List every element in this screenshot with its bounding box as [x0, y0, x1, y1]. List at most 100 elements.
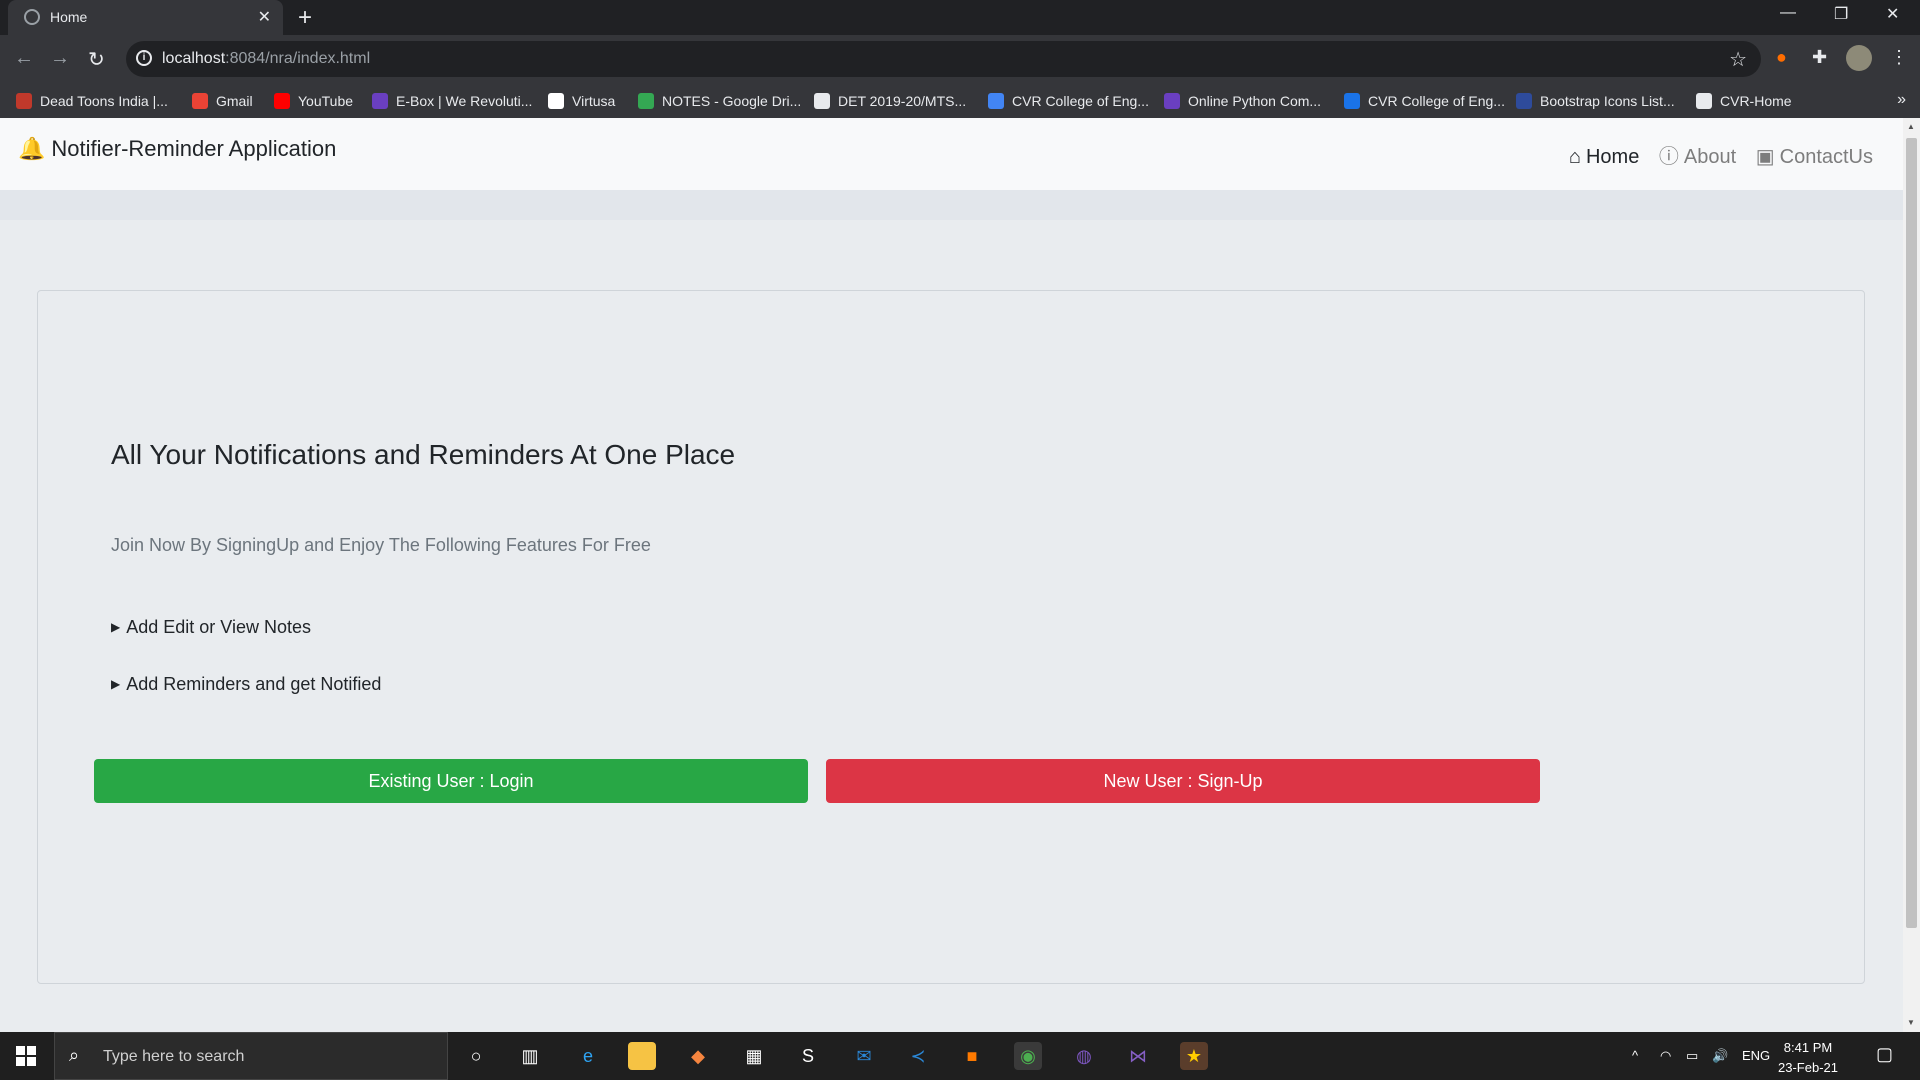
nav-contact[interactable]: ▣ ContactUs [1756, 144, 1873, 169]
nav-home[interactable]: ⌂ Home [1569, 146, 1639, 169]
minimize-icon[interactable]: — [1780, 4, 1796, 22]
bookmark-item[interactable]: YouTube [274, 93, 353, 109]
feature-item: ▶ Add Reminders and get Notified [111, 674, 382, 694]
bookmark-item[interactable]: DET 2019-20/MTS... [814, 93, 966, 109]
network-icon[interactable]: ◠ [1660, 1048, 1671, 1064]
bookmark-item[interactable]: CVR College of Eng... [1344, 93, 1505, 109]
bookmark-label: Bootstrap Icons List... [1540, 93, 1675, 109]
store-icon[interactable]: ▦ [740, 1042, 768, 1070]
sticky-notes-icon[interactable]: ■ [958, 1042, 986, 1070]
bookmark-item[interactable]: CVR-Home [1696, 93, 1792, 109]
browser-toolbar: ← → ↻ i localhost:8084/nra/index.html ☆ … [0, 35, 1920, 85]
eclipse-icon[interactable]: ◍ [1070, 1042, 1098, 1070]
ebox-icon [372, 93, 388, 109]
bookmark-item[interactable]: E-Box | We Revoluti... [372, 93, 532, 109]
mail-icon[interactable]: ✉ [850, 1042, 878, 1070]
bookmark-item[interactable]: Gmail [192, 93, 253, 109]
app-brand[interactable]: 🔔 Notifier-Reminder Application [18, 136, 336, 162]
windows-taskbar: ⌕ Type here to search ○ ▥ e ◆ ▦ S ✉ ≺ ■ … [0, 1032, 1920, 1080]
page-viewport: 🔔 Notifier-Reminder Application ⌂ Home ⓘ Ab… [0, 118, 1903, 1032]
globe-icon [1696, 93, 1712, 109]
bookmark-item[interactable]: Bootstrap Icons List... [1516, 93, 1675, 109]
infinity-icon [988, 93, 1004, 109]
signup-button[interactable]: New User : Sign-Up [826, 759, 1540, 803]
bookmark-label: CVR-Home [1720, 93, 1792, 109]
home-icon: ⌂ [1568, 146, 1581, 168]
nav-links: ⌂ Home ⓘ About ▣ ContactUs [1555, 140, 1873, 169]
chrome-icon[interactable]: ◉ [1014, 1042, 1042, 1070]
page-heading: All Your Notifications and Reminders At … [111, 439, 736, 470]
tray-expand-icon[interactable]: ^ [1632, 1048, 1638, 1063]
jumbotron-card: All Your Notifications and Reminders At … [37, 290, 1865, 984]
profile-avatar[interactable] [1846, 45, 1872, 71]
bookmarks-bar: Dead Toons India |... Gmail YouTube E-Box |… [0, 85, 1920, 118]
menu-icon[interactable]: ⋮ [1890, 47, 1908, 68]
scroll-thumb[interactable] [1906, 138, 1917, 928]
clock-time: 8:41 PM [1783, 1040, 1833, 1055]
extension-icon[interactable]: ● [1776, 47, 1787, 68]
close-window-icon[interactable]: ✕ [1886, 4, 1899, 24]
bookmark-item[interactable]: Virtusa [548, 93, 615, 109]
more-bookmarks-icon[interactable]: » [1897, 91, 1906, 109]
bell-icon: 🔔 [18, 136, 46, 161]
windows-start-icon[interactable] [16, 1046, 36, 1066]
back-icon[interactable]: ← [14, 47, 34, 70]
browser-tab-strip: Home ✕ + — ❐ ✕ [0, 0, 1920, 35]
navbar-shadow-band [0, 190, 1903, 220]
file-explorer-icon[interactable] [628, 1042, 656, 1070]
page-subheading: Join Now By SigningUp and Enjoy The Foll… [111, 535, 651, 555]
address-bar[interactable]: i localhost:8084/nra/index.html ☆ [126, 41, 1761, 77]
grid-icon [16, 93, 32, 109]
new-tab-icon[interactable]: + [298, 4, 312, 32]
reload-icon[interactable]: ↻ [88, 47, 105, 72]
scroll-up-icon[interactable]: ▲ [1907, 122, 1915, 131]
forward-icon[interactable]: → [50, 47, 70, 70]
bookmark-label: E-Box | We Revoluti... [396, 93, 533, 109]
login-button[interactable]: Existing User : Login [94, 759, 808, 803]
page-scrollbar[interactable]: ▲ ▼ [1903, 118, 1920, 1032]
bookmark-label: YouTube [298, 93, 354, 109]
cortana-icon[interactable]: ○ [462, 1042, 490, 1070]
virtusa-icon [548, 93, 564, 109]
bookmark-item[interactable]: NOTES - Google Dri... [638, 93, 801, 109]
bookmark-label: CVR College of Eng... [1368, 93, 1505, 109]
restore-icon[interactable]: ❐ [1834, 4, 1848, 24]
nav-about[interactable]: ⓘ About [1659, 140, 1736, 169]
page-favicon-icon [24, 9, 40, 25]
git-icon[interactable]: ◆ [684, 1042, 712, 1070]
caret-right-icon: ▶ [111, 677, 121, 691]
browser-tab[interactable]: Home ✕ [8, 0, 283, 35]
bolt-icon [1164, 93, 1180, 109]
bookmark-label: Gmail [216, 93, 253, 109]
bookmark-item[interactable]: Online Python Com... [1164, 93, 1321, 109]
search-placeholder: Type here to search [103, 1048, 245, 1065]
bookmark-item[interactable]: CVR College of Eng... [988, 93, 1149, 109]
visual-studio-icon[interactable]: ⋈ [1124, 1042, 1152, 1070]
volume-icon[interactable]: 🔊 [1712, 1048, 1728, 1064]
bookmark-star-icon[interactable]: ☆ [1729, 47, 1747, 72]
bookmark-label: Virtusa [572, 93, 616, 109]
scroll-down-icon[interactable]: ▼ [1907, 1018, 1915, 1027]
info-icon: ⓘ [1658, 146, 1679, 168]
puzzle-icon[interactable]: ✚ [1812, 47, 1827, 68]
youtube-icon [274, 93, 290, 109]
bookmark-item[interactable]: Dead Toons India |... [16, 93, 168, 109]
app-icon[interactable]: ★ [1180, 1042, 1208, 1070]
task-view-icon[interactable]: ▥ [516, 1042, 544, 1070]
site-info-icon[interactable]: i [136, 50, 152, 66]
bookmark-label: CVR College of Eng... [1012, 93, 1149, 109]
close-tab-icon[interactable]: ✕ [258, 7, 271, 27]
search-icon: ⌕ [69, 1045, 80, 1065]
edge-icon[interactable]: e [574, 1042, 602, 1070]
url-text: localhost:8084/nra/index.html [162, 50, 371, 67]
drive-icon [638, 93, 654, 109]
battery-icon[interactable]: ▭ [1686, 1048, 1698, 1064]
c-icon [1344, 93, 1360, 109]
sublime-icon[interactable]: S [794, 1042, 822, 1070]
taskbar-search[interactable]: ⌕ Type here to search [54, 1032, 448, 1080]
taskbar-clock[interactable]: 8:41 PM 23-Feb-21 [1778, 1038, 1838, 1078]
clock-date: 23-Feb-21 [1778, 1060, 1838, 1075]
vscode-icon[interactable]: ≺ [904, 1042, 932, 1070]
notification-center-icon[interactable]: ▢ [1876, 1044, 1893, 1065]
language-indicator[interactable]: ENG [1742, 1048, 1770, 1063]
